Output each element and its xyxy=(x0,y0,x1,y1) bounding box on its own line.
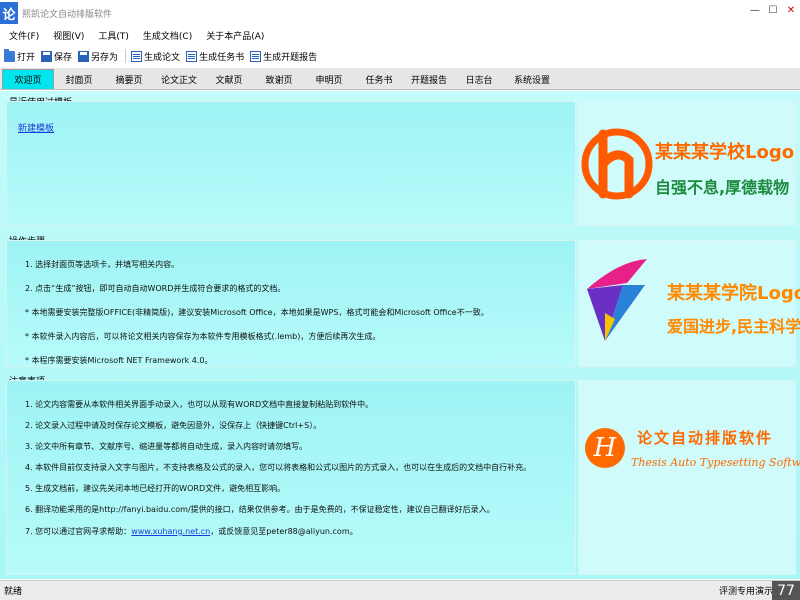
generate-paper-label: 生成论文 xyxy=(144,52,181,63)
toolbar-separator xyxy=(125,49,127,63)
status-right-text: 评测专用演示 xyxy=(718,587,773,597)
steps-item: * 本地需要安装完整版OFFICE(非精简版)，建议安装Microsoft Of… xyxy=(25,308,489,317)
college-logo-line2: 爱国进步,民主科学 xyxy=(667,317,800,336)
report-document-icon xyxy=(250,50,262,62)
generate-task-button[interactable]: 生成任务书 xyxy=(186,50,244,63)
generate-report-label: 生成开题报告 xyxy=(263,52,318,63)
menu-bar: 文件(F) 视图(V) 工具(T) 生成文档(C) 关于本产品(A) xyxy=(0,27,800,43)
recent-templates-panel: 新建模板 xyxy=(6,101,576,226)
school-logo-panel: 某某某学校Logo 自强不息,厚德载物 xyxy=(578,101,796,226)
document-icon xyxy=(131,50,143,62)
tab-proposal[interactable]: 开题报告 xyxy=(404,69,454,89)
menu-about[interactable]: 关于本产品(A) xyxy=(206,29,264,42)
minimize-button[interactable]: — xyxy=(746,0,764,20)
notes-panel: 1. 论文内容需要从本软件相关界面手动录入，也可以从现有WORD文档中直接复制粘… xyxy=(6,380,576,575)
tab-welcome[interactable]: 欢迎页 xyxy=(2,69,54,89)
tab-bar: 欢迎页 封面页 摘要页 论文正文 文献页 致谢页 申明页 任务书 开题报告 日志… xyxy=(0,68,800,90)
menu-generate[interactable]: 生成文档(C) xyxy=(143,29,192,42)
school-logo-icon xyxy=(581,128,653,200)
window-title: 熙凯论文自动排版软件 xyxy=(22,9,113,20)
welcome-page: 最近使用过模板 新建模板 某某某学校Logo 自强不息,厚德载物 操作步骤 1.… xyxy=(0,91,800,579)
notes-item: 3. 论文中所有章节、文献序号、缩进量等都将自动生成，录入内容时请勿填写。 xyxy=(25,442,308,451)
tab-assignment[interactable]: 任务书 xyxy=(354,69,404,89)
status-badge: 77 xyxy=(772,581,800,600)
tab-body[interactable]: 论文正文 xyxy=(154,69,204,89)
new-template-link[interactable]: 新建模板 xyxy=(18,121,54,134)
school-logo-line1: 某某某学校Logo xyxy=(655,142,795,163)
steps-item: * 本程序需要安装Microsoft NET Framework 4.0。 xyxy=(25,356,213,365)
menu-view[interactable]: 视图(V) xyxy=(53,29,84,42)
website-link[interactable]: www.xuhang.net.cn xyxy=(131,527,210,536)
save-as-icon xyxy=(78,50,90,62)
tab-abstract[interactable]: 摘要页 xyxy=(104,69,154,89)
folder-open-icon xyxy=(4,48,15,62)
tab-settings[interactable]: 系统设置 xyxy=(504,69,560,89)
save-as-button[interactable]: 另存为 xyxy=(78,50,118,63)
save-button[interactable]: 保存 xyxy=(41,50,72,63)
product-name-en: Thesis Auto Typesetting Software xyxy=(631,456,800,469)
menu-tools[interactable]: 工具(T) xyxy=(98,29,129,42)
open-label: 打开 xyxy=(17,52,36,63)
steps-item: 1. 选择封面页等选项卡，并填写相关内容。 xyxy=(25,260,180,269)
contact-suffix: ，或反馈意见至peter88@aliyun.com。 xyxy=(210,527,358,536)
product-name-cn: 论文自动排版软件 xyxy=(637,429,774,447)
notes-item: 1. 论文内容需要从本软件相关界面手动录入，也可以从现有WORD文档中直接复制粘… xyxy=(25,400,374,409)
steps-item: 2. 点击“生成”按钮，即可自动自动WORD并生成符合要求的格式的文档。 xyxy=(25,284,286,293)
window-controls: — ☐ ✕ xyxy=(746,0,800,20)
status-bar: 就绪 评测专用演示 77 xyxy=(0,580,800,600)
generate-task-label: 生成任务书 xyxy=(199,52,245,63)
tab-acknowledgement[interactable]: 致谢页 xyxy=(254,69,304,89)
tab-cover[interactable]: 封面页 xyxy=(54,69,104,89)
product-logo-panel: H 论文自动排版软件 Thesis Auto Typesetting Softw… xyxy=(578,380,800,575)
save-label: 保存 xyxy=(54,52,73,63)
steps-item: * 本软件录入内容后，可以将论文相关内容保存为本软件专用模板格式(.lemb)，… xyxy=(25,332,381,341)
maximize-button[interactable]: ☐ xyxy=(764,0,782,20)
notes-item: 5. 生成文档前，建议先关闭本地已经打开的WORD文件，避免相互影响。 xyxy=(25,484,286,493)
contact-prefix: 7. 您可以通过官网寻求帮助： xyxy=(25,527,132,536)
product-logo-icon: H xyxy=(585,428,625,468)
notes-item: 2. 论文录入过程中请及时保存论文模板，避免因意外，没保存上（快捷键Ctrl+S… xyxy=(25,421,322,430)
tab-references[interactable]: 文献页 xyxy=(204,69,254,89)
close-button[interactable]: ✕ xyxy=(782,0,800,20)
generate-report-button[interactable]: 生成开题报告 xyxy=(250,50,317,63)
task-document-icon xyxy=(186,50,198,62)
toolbar: 打开 保存 另存为 生成论文 生成任务书 生成开题报告 xyxy=(0,47,800,65)
notes-contact: 7. 您可以通过官网寻求帮助：www.xuhang.net.cn，或反馈意见至p… xyxy=(25,526,358,537)
open-button[interactable]: 打开 xyxy=(4,48,36,63)
menu-file[interactable]: 文件(F) xyxy=(9,29,39,42)
save-icon xyxy=(41,50,53,62)
college-logo-icon xyxy=(587,259,647,341)
app-icon: 论 xyxy=(0,2,18,24)
tab-log[interactable]: 日志台 xyxy=(454,69,504,89)
college-logo-panel: 某某某学院Logo 爱国进步,民主科学 xyxy=(578,240,800,367)
generate-paper-button[interactable]: 生成论文 xyxy=(131,50,180,63)
steps-panel: 1. 选择封面页等选项卡，并填写相关内容。 2. 点击“生成”按钮，即可自动自动… xyxy=(6,240,576,367)
save-as-label: 另存为 xyxy=(91,52,119,63)
school-logo-line2: 自强不息,厚德载物 xyxy=(655,178,790,197)
notes-item: 6. 翻译功能采用的是http://fanyi.baidu.com/提供的接口，… xyxy=(25,505,495,514)
notes-item: 4. 本软件目前仅支持录入文字与图片，不支持表格及公式的录入，您可以将表格和公式… xyxy=(25,463,532,472)
college-logo-line1: 某某某学院Logo xyxy=(667,283,800,304)
title-bar: 论 熙凯论文自动排版软件 — ☐ ✕ xyxy=(0,0,800,26)
status-text: 就绪 xyxy=(4,587,23,597)
tab-declaration[interactable]: 申明页 xyxy=(304,69,354,89)
